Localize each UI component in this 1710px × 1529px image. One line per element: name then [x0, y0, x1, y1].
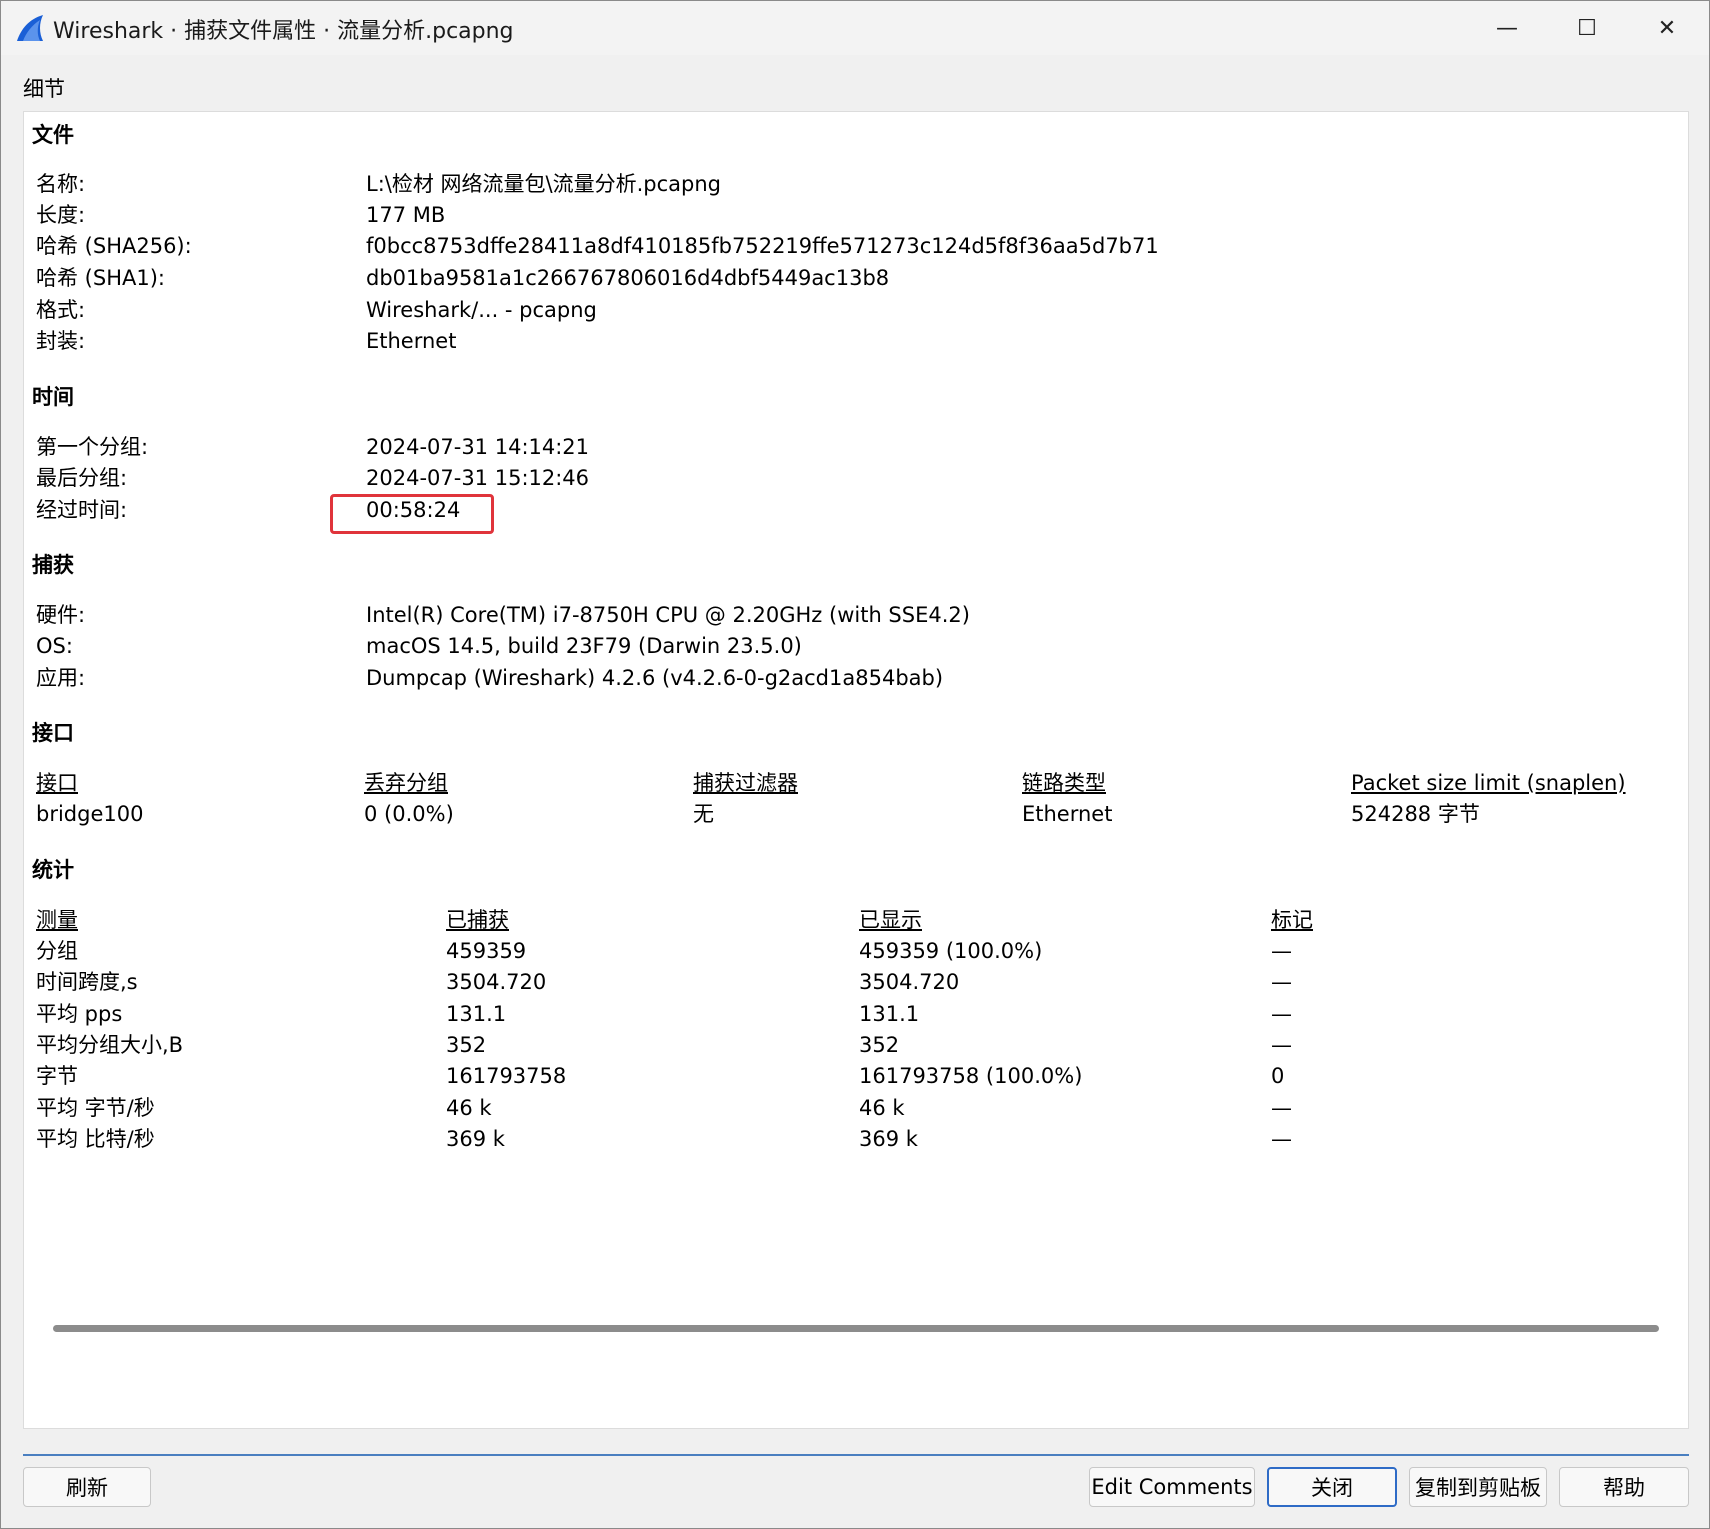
file-value: Ethernet	[366, 329, 457, 353]
close-window-button[interactable]: ✕	[1627, 1, 1707, 55]
details-panel[interactable]: 文件 名称: L:\检材 网络流量包\流量分析.pcapng 长度: 177 M…	[23, 111, 1689, 1429]
details-caption: 细节	[23, 77, 65, 101]
window-title: Wireshark · 捕获文件属性 · 流量分析.pcapng	[53, 19, 514, 44]
stats-cell: 131.1	[446, 1002, 507, 1026]
stats-cell: 平均 比特/秒	[36, 1127, 155, 1151]
capture-label: 硬件:	[36, 603, 86, 627]
stats-cell: —	[1271, 1096, 1292, 1120]
stats-cell: 369 k	[446, 1127, 505, 1151]
time-value: 2024-07-31 15:12:46	[366, 466, 590, 490]
stats-cell: 平均 字节/秒	[36, 1096, 155, 1120]
edit-comments-button[interactable]: Edit Comments	[1089, 1467, 1255, 1507]
stats-cell: 平均分组大小,B	[36, 1033, 184, 1057]
copy-to-clipboard-button[interactable]: 复制到剪贴板	[1409, 1467, 1547, 1507]
stats-cell: 369 k	[859, 1127, 918, 1151]
stats-cell: 分组	[36, 939, 78, 963]
minimize-button[interactable]: —	[1467, 1, 1547, 55]
stats-cell: 平均 pps	[36, 1002, 123, 1026]
stats-cell: 161793758	[446, 1064, 567, 1088]
stats-cell: 3504.720	[859, 970, 960, 994]
file-value: f0bcc8753dffe28411a8df410185fb752219ffe5…	[366, 234, 1159, 258]
capture-label: OS:	[36, 634, 73, 658]
stats-cell: 46 k	[446, 1096, 492, 1120]
file-value: db01ba9581a1c266767806016d4dbf5449ac13b8	[366, 266, 890, 290]
file-label: 封装:	[36, 329, 86, 353]
interface-cell: 524288 字节	[1351, 802, 1480, 826]
interfaces-column-header: 接口	[36, 771, 78, 795]
file-label: 长度:	[36, 203, 86, 227]
stats-cell: 0	[1271, 1064, 1285, 1088]
stats-cell: 131.1	[859, 1002, 920, 1026]
time-label: 经过时间:	[36, 498, 128, 522]
capture-value: Intel(R) Core(TM) i7-8750H CPU @ 2.20GHz…	[366, 603, 970, 627]
capture-section-header: 捕获	[32, 553, 74, 577]
interfaces-section-header: 接口	[32, 721, 74, 745]
interface-cell: 0 (0.0%)	[364, 802, 454, 826]
stats-column-header: 已捕获	[446, 908, 509, 932]
time-label: 第一个分组:	[36, 435, 149, 459]
time-value: 2024-07-31 14:14:21	[366, 435, 590, 459]
stats-column-header: 已显示	[859, 908, 922, 932]
wireshark-fin-icon	[17, 15, 43, 41]
interfaces-column-header: 链路类型	[1022, 771, 1106, 795]
close-button[interactable]: 关闭	[1267, 1467, 1397, 1507]
interface-cell: bridge100	[36, 802, 144, 826]
maximize-button[interactable]: ☐	[1547, 1, 1627, 55]
file-label: 格式:	[36, 298, 86, 322]
stats-cell: 459359 (100.0%)	[859, 939, 1043, 963]
stats-cell: —	[1271, 1033, 1292, 1057]
refresh-button[interactable]: 刷新	[23, 1467, 151, 1507]
stats-cell: 352	[859, 1033, 900, 1057]
file-value: L:\检材 网络流量包\流量分析.pcapng	[366, 172, 721, 196]
interfaces-column-header: Packet size limit (snaplen)	[1351, 771, 1626, 795]
file-label: 名称:	[36, 172, 86, 196]
interfaces-column-header: 捕获过滤器	[693, 771, 798, 795]
capture-value: macOS 14.5, build 23F79 (Darwin 23.5.0)	[366, 634, 802, 658]
stats-cell: —	[1271, 1002, 1292, 1026]
help-button[interactable]: 帮助	[1559, 1467, 1689, 1507]
interfaces-column-header: 丢弃分组	[364, 771, 448, 795]
stats-cell: 3504.720	[446, 970, 547, 994]
horizontal-scrollbar[interactable]	[53, 1325, 1659, 1332]
file-value: 177 MB	[366, 203, 446, 227]
stats-cell: —	[1271, 939, 1292, 963]
capture-label: 应用:	[36, 666, 86, 690]
stats-cell: 161793758 (100.0%)	[859, 1064, 1083, 1088]
time-label: 最后分组:	[36, 466, 128, 490]
stats-section-header: 统计	[32, 858, 74, 882]
stats-cell: 字节	[36, 1064, 78, 1088]
stats-cell: 46 k	[859, 1096, 905, 1120]
title-bar: Wireshark · 捕获文件属性 · 流量分析.pcapng — ☐ ✕	[1, 1, 1709, 55]
file-value: Wireshark/... - pcapng	[366, 298, 597, 322]
button-bar-separator	[23, 1454, 1689, 1456]
interface-cell: Ethernet	[1022, 802, 1113, 826]
file-label: 哈希 (SHA1):	[36, 266, 165, 290]
stats-cell: 时间跨度,s	[36, 970, 138, 994]
capture-file-properties-window: Wireshark · 捕获文件属性 · 流量分析.pcapng — ☐ ✕ 细…	[0, 0, 1710, 1529]
interface-cell: 无	[693, 802, 714, 826]
stats-cell: —	[1271, 970, 1292, 994]
file-section-header: 文件	[32, 123, 74, 147]
file-label: 哈希 (SHA256):	[36, 234, 192, 258]
stats-cell: 352	[446, 1033, 487, 1057]
capture-value: Dumpcap (Wireshark) 4.2.6 (v4.2.6-0-g2ac…	[366, 666, 944, 690]
elapsed-time-highlight	[330, 494, 494, 534]
stats-cell: 459359	[446, 939, 527, 963]
stats-column-header: 标记	[1271, 908, 1313, 932]
stats-column-header: 测量	[36, 908, 78, 932]
time-section-header: 时间	[32, 385, 74, 409]
stats-cell: —	[1271, 1127, 1292, 1151]
